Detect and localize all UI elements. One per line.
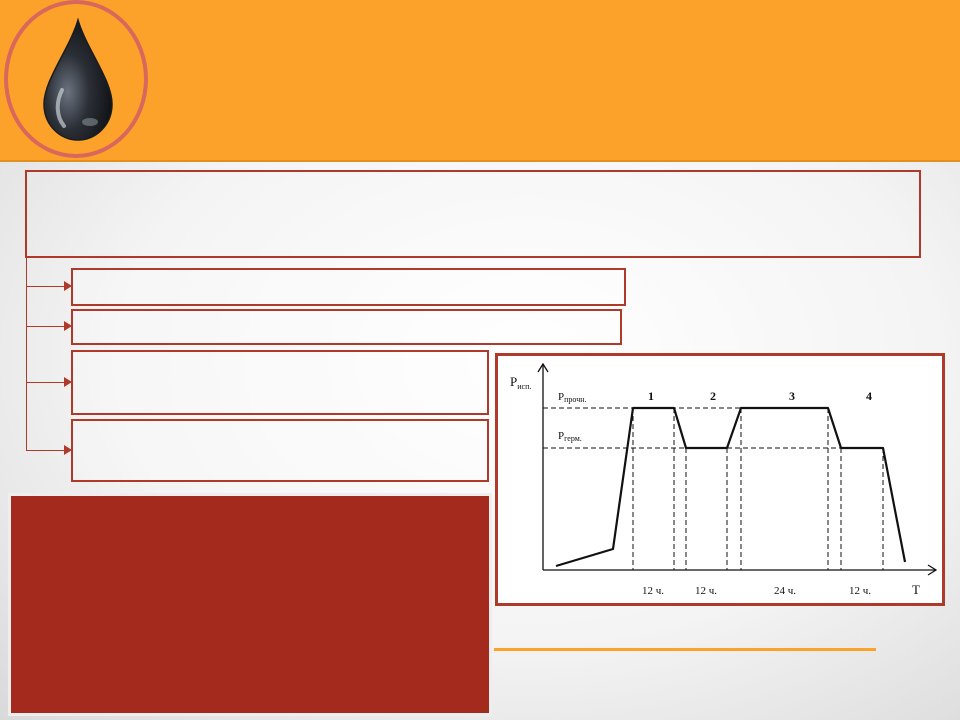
list-item-4 [71,419,489,482]
chart-svg: Pисп. Pпрочн. Pгерм. 1 2 3 4 12 ч. 12 ч.… [510,362,938,597]
pressure-test-chart: Pисп. Pпрочн. Pгерм. 1 2 3 4 12 ч. 12 ч.… [495,353,945,606]
oil-drop-icon [43,18,113,141]
arrow-icon [26,281,72,291]
divider-line [494,648,876,651]
duration-label-4: 12 ч. [849,585,871,597]
level-label-strength: Pпрочн. [558,391,587,404]
duration-label-2: 12 ч. [695,585,717,597]
list-item-2 [71,309,622,345]
stage-label-3: 3 [789,389,795,403]
y-axis-label: Pисп. [510,374,531,391]
duration-label-1: 12 ч. [642,585,664,597]
duration-label-3: 24 ч. [774,585,796,597]
stage-label-1: 1 [648,389,654,403]
arrow-icon [26,377,72,387]
highlight-panel [8,493,492,716]
list-item-1 [71,268,626,306]
level-label-tightness: Pгерм. [558,430,582,443]
stage-label-2: 2 [710,389,716,403]
x-axis-label: T [912,582,920,597]
intro-text-box [25,170,921,258]
logo-badge [4,0,148,158]
list-item-3 [71,350,489,415]
arrow-icon [26,321,72,331]
stage-label-4: 4 [866,389,872,403]
pressure-curve [555,406,907,568]
arrow-icon [26,445,72,455]
slide-title [180,30,940,130]
